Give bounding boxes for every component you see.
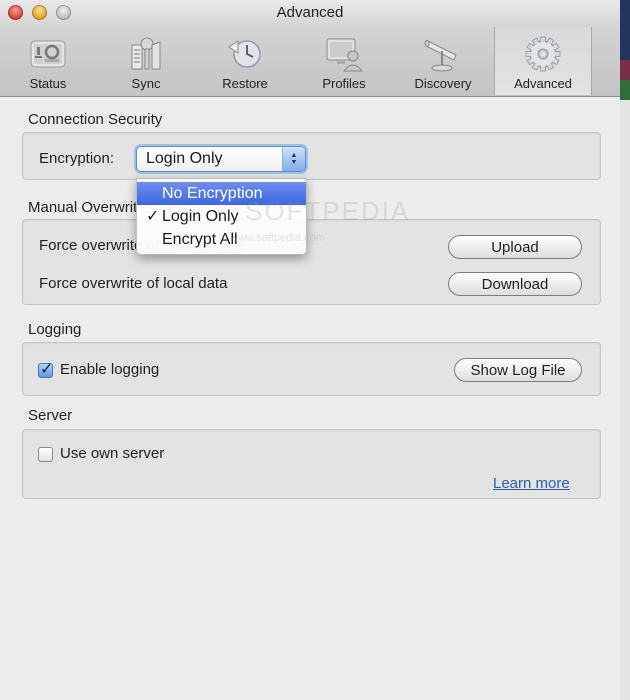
checkmark-icon: ✓ [40,361,54,378]
tab-profiles[interactable]: Profiles [297,27,391,95]
tab-label: Sync [131,76,161,91]
connection-security-group: Encryption: [22,132,601,180]
tab-label: Restore [222,76,268,91]
menu-item-label: Encrypt All [162,231,238,248]
status-icon [30,40,66,68]
connection-security-heading: Connection Security [28,111,163,128]
tab-label: Profiles [322,76,366,91]
checkmark-icon: ✓ [146,208,160,225]
encryption-menu: No Encryption ✓ Login Only Encrypt All [136,178,307,255]
up-down-arrows-icon: ▲ ▼ [282,147,305,171]
tab-advanced[interactable]: Advanced [494,27,592,95]
menu-item-login-only[interactable]: ✓ Login Only [137,205,306,228]
tab-restore[interactable]: Restore [198,27,292,95]
encryption-selected-value: Login Only [146,150,223,167]
enable-logging-label: Enable logging [60,361,160,378]
menu-item-label: No Encryption [162,185,263,202]
telescope-icon [424,40,457,72]
title-bar: Advanced Status Sync Restore Profiles Di… [0,0,620,97]
background-window-edge [620,0,630,700]
enable-logging-checkbox[interactable]: ✓ [38,361,53,378]
tab-status[interactable]: Status [1,27,95,95]
menu-item-no-encryption[interactable]: No Encryption [137,182,306,205]
logging-heading: Logging [28,321,82,338]
manual-overwrite-heading: Manual Overwrite [28,199,146,216]
menu-item-label: Login Only [162,208,239,225]
logging-group: ✓ Enable logging Show Log File [22,342,601,396]
tab-label: Status [29,76,67,91]
manual-overwrite-group: Force overwrite of remote data Upload Fo… [22,219,601,305]
gear-icon [525,36,561,72]
profiles-icon [326,38,364,72]
sync-keys-icon [131,37,161,70]
use-own-server-label: Use own server [60,445,165,462]
menu-item-encrypt-all[interactable]: Encrypt All [137,228,306,251]
server-group: Use own server Learn more [22,429,601,499]
restore-clock-icon [228,40,261,68]
tab-label: Discovery [414,76,472,91]
download-button[interactable]: Download [448,272,582,296]
tab-sync[interactable]: Sync [99,27,193,95]
use-own-server-checkbox[interactable] [38,447,53,462]
learn-more-link[interactable]: Learn more [493,475,570,492]
window-title: Advanced [276,4,344,21]
tab-label: Advanced [514,76,572,91]
server-heading: Server [28,407,73,424]
upload-button[interactable]: Upload [448,235,582,259]
show-log-file-button[interactable]: Show Log File [454,358,582,382]
encryption-label: Encryption: [39,150,115,167]
encryption-popup[interactable]: Login Only ▲ ▼ [136,146,306,172]
preferences-toolbar: Status Sync Restore Profiles Discovery A… [0,27,620,95]
preferences-window: Advanced Status Sync Restore Profiles Di… [0,0,621,700]
tab-discovery[interactable]: Discovery [396,27,490,95]
force-overwrite-local-label: Force overwrite of local data [39,275,228,292]
